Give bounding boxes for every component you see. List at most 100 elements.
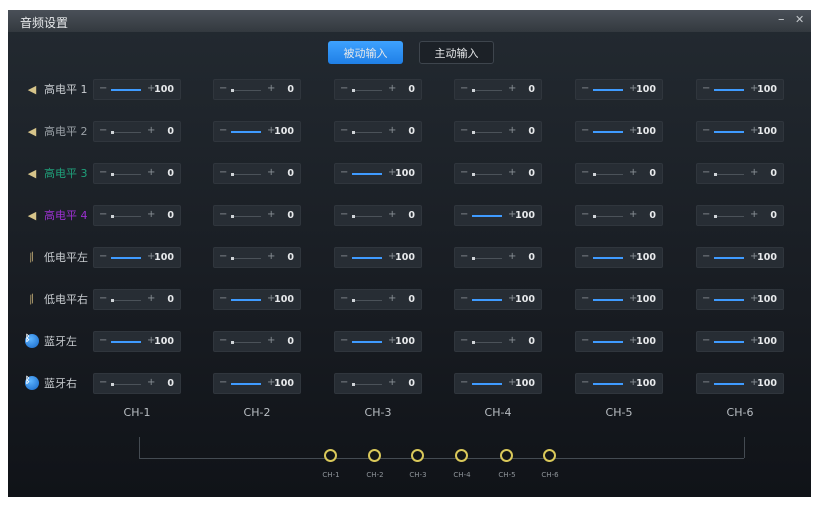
decrease-button[interactable]: − xyxy=(340,377,348,388)
gain-slider[interactable] xyxy=(472,257,502,260)
gain-slider[interactable] xyxy=(111,89,141,91)
slider-knob[interactable] xyxy=(231,173,234,176)
gain-slider[interactable] xyxy=(714,173,744,176)
decrease-button[interactable]: − xyxy=(460,251,468,262)
gain-slider[interactable] xyxy=(231,89,261,92)
slider-knob[interactable] xyxy=(714,173,717,176)
gain-slider[interactable] xyxy=(111,383,141,386)
gain-slider[interactable] xyxy=(714,341,744,343)
gain-slider[interactable] xyxy=(714,383,744,385)
tab-active-input[interactable]: 主动输入 xyxy=(419,41,494,64)
increase-button[interactable]: + xyxy=(629,167,637,178)
increase-button[interactable]: + xyxy=(388,293,396,304)
decrease-button[interactable]: − xyxy=(219,125,227,136)
decrease-button[interactable]: − xyxy=(702,293,710,304)
decrease-button[interactable]: − xyxy=(702,167,710,178)
slider-knob[interactable] xyxy=(593,173,596,176)
output-channel-port[interactable] xyxy=(368,449,381,462)
decrease-button[interactable]: − xyxy=(702,83,710,94)
slider-knob[interactable] xyxy=(714,215,717,218)
gain-slider[interactable] xyxy=(714,299,744,301)
gain-slider[interactable] xyxy=(111,215,141,218)
gain-slider[interactable] xyxy=(714,131,744,133)
slider-knob[interactable] xyxy=(111,173,114,176)
decrease-button[interactable]: − xyxy=(460,377,468,388)
decrease-button[interactable]: − xyxy=(99,251,107,262)
slider-knob[interactable] xyxy=(111,215,114,218)
decrease-button[interactable]: − xyxy=(460,83,468,94)
gain-slider[interactable] xyxy=(593,173,623,176)
increase-button[interactable]: + xyxy=(750,167,758,178)
increase-button[interactable]: + xyxy=(267,251,275,262)
decrease-button[interactable]: − xyxy=(99,209,107,220)
decrease-button[interactable]: − xyxy=(340,335,348,346)
gain-slider[interactable] xyxy=(352,89,382,92)
gain-slider[interactable] xyxy=(231,173,261,176)
decrease-button[interactable]: − xyxy=(99,293,107,304)
slider-knob[interactable] xyxy=(231,89,234,92)
decrease-button[interactable]: − xyxy=(581,335,589,346)
decrease-button[interactable]: − xyxy=(219,167,227,178)
gain-slider[interactable] xyxy=(714,89,744,91)
increase-button[interactable]: + xyxy=(388,125,396,136)
decrease-button[interactable]: − xyxy=(702,377,710,388)
decrease-button[interactable]: − xyxy=(460,335,468,346)
slider-knob[interactable] xyxy=(593,215,596,218)
gain-slider[interactable] xyxy=(714,257,744,259)
gain-slider[interactable] xyxy=(231,341,261,344)
decrease-button[interactable]: − xyxy=(340,125,348,136)
gain-slider[interactable] xyxy=(593,383,623,385)
decrease-button[interactable]: − xyxy=(219,293,227,304)
gain-slider[interactable] xyxy=(472,89,502,92)
decrease-button[interactable]: − xyxy=(581,251,589,262)
gain-slider[interactable] xyxy=(593,215,623,218)
gain-slider[interactable] xyxy=(111,341,141,343)
slider-knob[interactable] xyxy=(111,131,114,134)
decrease-button[interactable]: − xyxy=(99,335,107,346)
gain-slider[interactable] xyxy=(352,173,382,175)
gain-slider[interactable] xyxy=(231,299,261,301)
slider-knob[interactable] xyxy=(231,341,234,344)
increase-button[interactable]: + xyxy=(508,335,516,346)
decrease-button[interactable]: − xyxy=(460,209,468,220)
slider-knob[interactable] xyxy=(472,341,475,344)
decrease-button[interactable]: − xyxy=(99,83,107,94)
slider-knob[interactable] xyxy=(352,89,355,92)
slider-knob[interactable] xyxy=(111,383,114,386)
increase-button[interactable]: + xyxy=(388,83,396,94)
gain-slider[interactable] xyxy=(352,383,382,386)
decrease-button[interactable]: − xyxy=(460,167,468,178)
decrease-button[interactable]: − xyxy=(219,377,227,388)
decrease-button[interactable]: − xyxy=(581,377,589,388)
gain-slider[interactable] xyxy=(593,299,623,301)
increase-button[interactable]: + xyxy=(267,209,275,220)
gain-slider[interactable] xyxy=(593,341,623,343)
minimize-button[interactable]: – xyxy=(778,12,785,27)
increase-button[interactable]: + xyxy=(267,335,275,346)
gain-slider[interactable] xyxy=(472,131,502,134)
gain-slider[interactable] xyxy=(231,257,261,260)
decrease-button[interactable]: − xyxy=(581,125,589,136)
increase-button[interactable]: + xyxy=(147,209,155,220)
gain-slider[interactable] xyxy=(352,299,382,302)
gain-slider[interactable] xyxy=(231,131,261,133)
slider-knob[interactable] xyxy=(352,131,355,134)
gain-slider[interactable] xyxy=(593,89,623,91)
decrease-button[interactable]: − xyxy=(219,335,227,346)
decrease-button[interactable]: − xyxy=(581,209,589,220)
output-channel-port[interactable] xyxy=(455,449,468,462)
gain-slider[interactable] xyxy=(352,341,382,343)
increase-button[interactable]: + xyxy=(508,251,516,262)
increase-button[interactable]: + xyxy=(147,167,155,178)
increase-button[interactable]: + xyxy=(267,167,275,178)
decrease-button[interactable]: − xyxy=(702,209,710,220)
slider-knob[interactable] xyxy=(472,173,475,176)
increase-button[interactable]: + xyxy=(388,377,396,388)
slider-knob[interactable] xyxy=(472,257,475,260)
gain-slider[interactable] xyxy=(111,131,141,134)
increase-button[interactable]: + xyxy=(147,293,155,304)
slider-knob[interactable] xyxy=(111,299,114,302)
decrease-button[interactable]: − xyxy=(99,377,107,388)
gain-slider[interactable] xyxy=(472,173,502,176)
increase-button[interactable]: + xyxy=(267,83,275,94)
